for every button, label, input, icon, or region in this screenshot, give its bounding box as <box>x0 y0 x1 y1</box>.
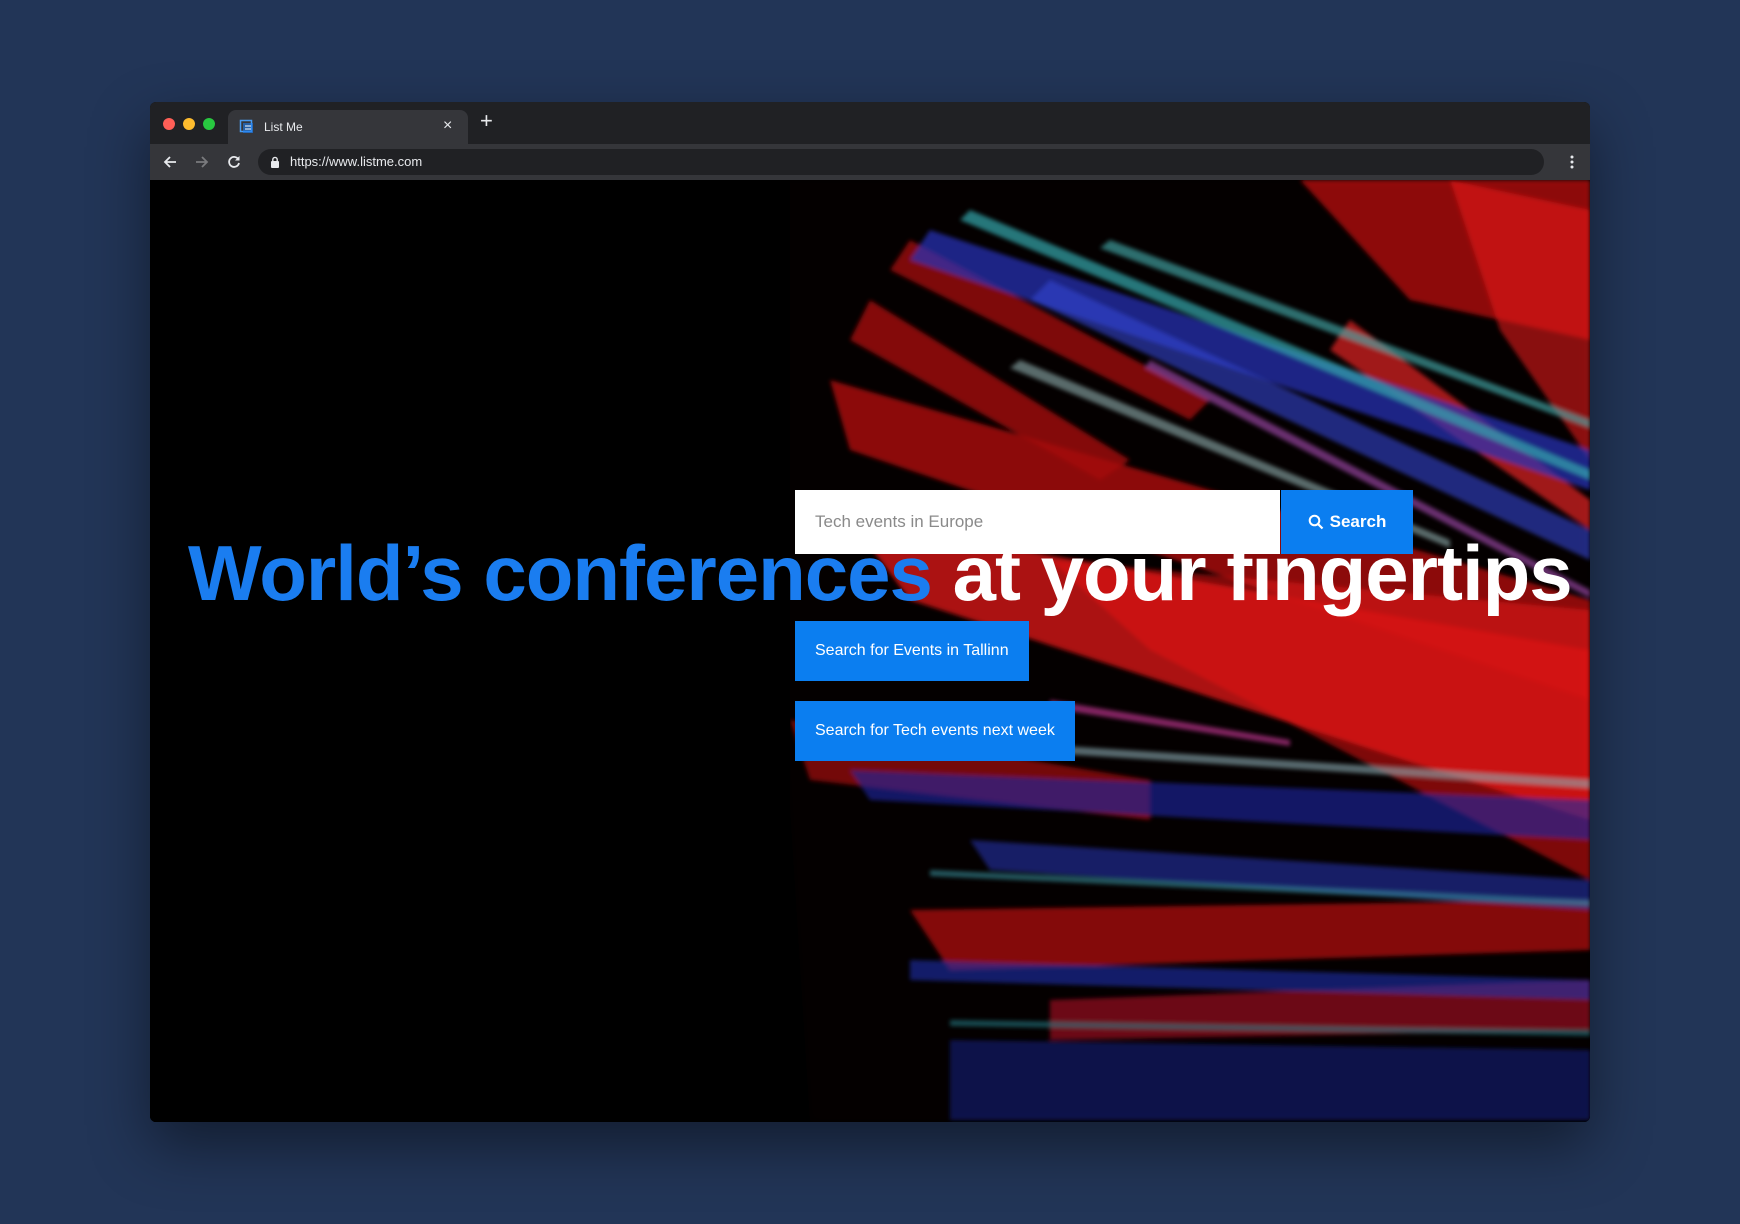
search-button-label: Search <box>1329 512 1387 531</box>
forward-icon <box>196 156 209 168</box>
quick-search-tech-next-week-button[interactable]: Search for Tech events next week <box>795 701 1075 761</box>
forward-button[interactable] <box>190 150 214 174</box>
search-button[interactable]: Search <box>1281 490 1413 554</box>
search-input[interactable] <box>795 490 1280 554</box>
new-tab-button[interactable]: + <box>480 109 493 133</box>
browser-window: List Me × + https://www.listme.com World… <box>150 102 1590 1122</box>
minimize-window-button[interactable] <box>183 118 195 130</box>
url-text: https://www.listme.com <box>290 154 423 169</box>
tab-title: List Me <box>264 120 303 134</box>
reload-icon <box>228 156 240 168</box>
search-icon <box>1308 514 1323 530</box>
tab-close-button[interactable]: × <box>443 117 452 135</box>
address-bar[interactable]: https://www.listme.com <box>258 149 1544 175</box>
favicon-icon <box>239 119 253 133</box>
browser-toolbar: https://www.listme.com <box>150 144 1590 180</box>
browser-tab[interactable]: List Me × <box>228 110 468 144</box>
browser-menu-button[interactable] <box>1562 150 1582 174</box>
lock-icon <box>271 156 279 168</box>
back-button[interactable] <box>158 150 182 174</box>
more-vert-icon <box>1570 155 1574 169</box>
back-icon <box>163 156 176 168</box>
tab-bar: List Me × + <box>150 102 1590 144</box>
page-content: World’s conferences at your fingertips S… <box>150 180 1590 1122</box>
close-window-button[interactable] <box>163 118 175 130</box>
quick-search-tallinn-button[interactable]: Search for Events in Tallinn <box>795 621 1029 681</box>
reload-button[interactable] <box>222 150 246 174</box>
maximize-window-button[interactable] <box>203 118 215 130</box>
